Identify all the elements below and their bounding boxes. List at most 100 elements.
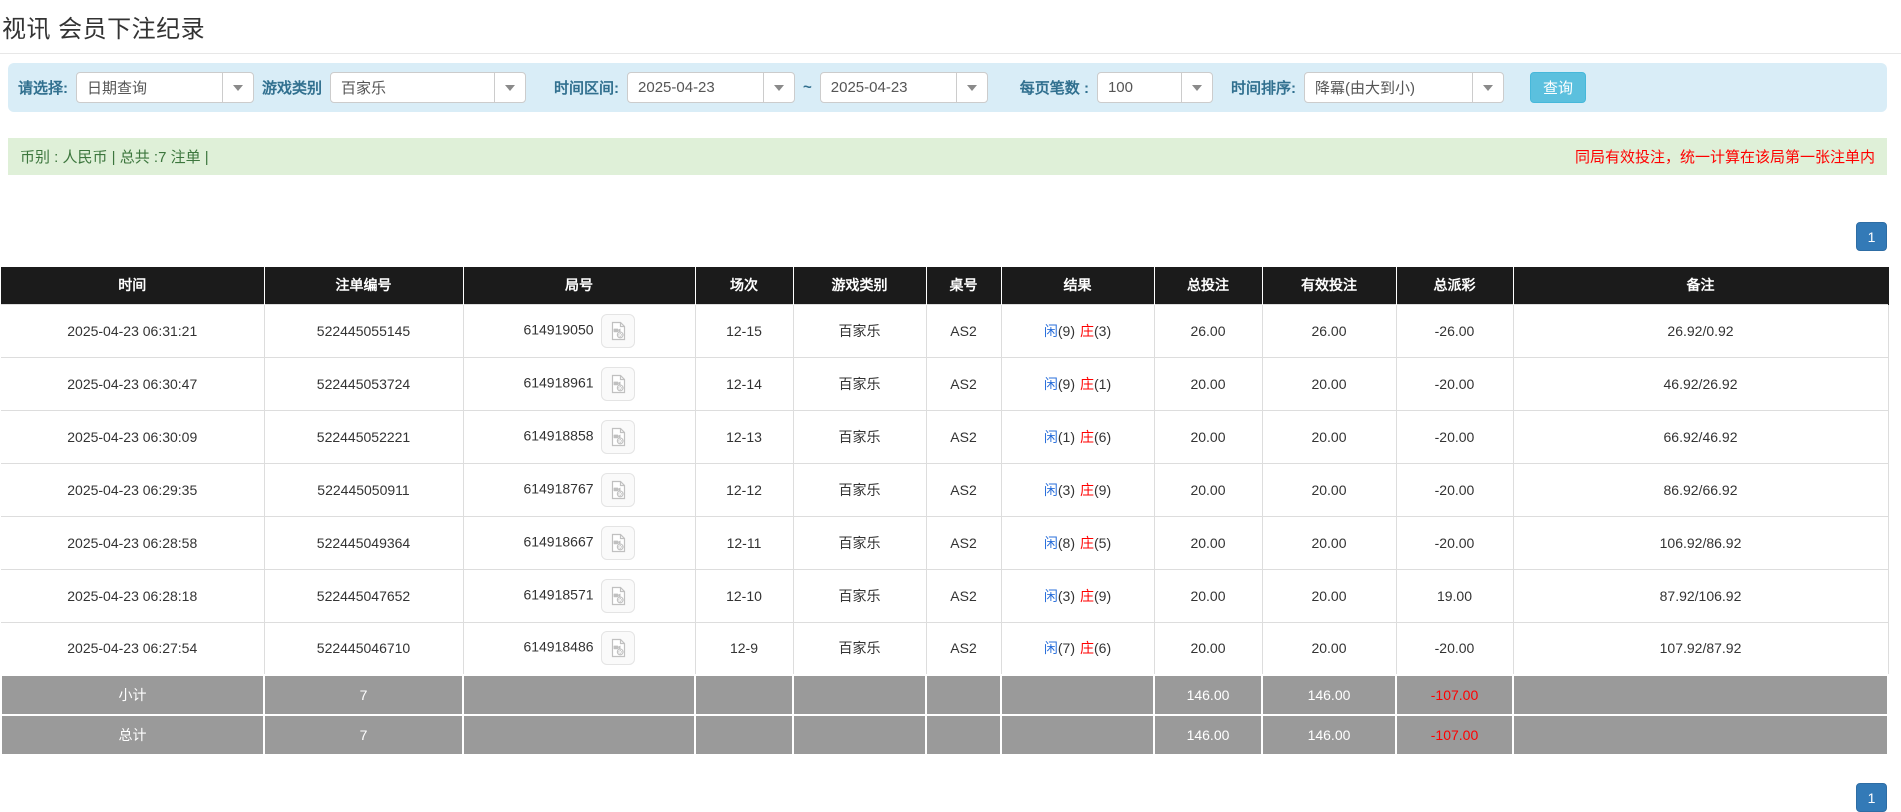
page-size-select[interactable]: 100 [1096,72,1213,103]
cell-round-id: 614918571 [462,568,696,623]
chevron-down-icon [1471,73,1503,102]
cell-valid-bet: 20.00 [1261,568,1397,623]
player-score: (8) [1057,534,1075,551]
cell-result: 闲(9) 庄(3) [1000,303,1155,358]
video-film-icon [611,480,625,499]
cell-round-id: 614918858 [462,409,696,464]
cell-game: 百家乐 [792,515,927,570]
date-from-value: 2025-04-23 [638,79,715,96]
time-sort-label: 时间排序: [1230,80,1296,97]
cell-result: 闲(1) 庄(6) [1000,409,1155,464]
player-score: (7) [1057,640,1075,657]
banker-score: (9) [1094,481,1112,498]
video-film-icon [611,639,625,658]
cell-total-bet[interactable]: 20.00 [1153,409,1263,464]
header-payout: 总派彩 [1396,267,1514,304]
cell-time: 2025-04-23 06:30:47 [1,356,265,411]
video-replay-button[interactable] [600,472,635,507]
banker-label: 庄 [1080,322,1094,339]
grand-total-total-bet: 146.00 [1153,714,1263,756]
table-row: 2025-04-23 06:27:54 522445046710 6149184… [1,621,1889,676]
summary-empty-cell [1000,674,1155,716]
header-session: 场次 [695,267,794,304]
cell-total-bet[interactable]: 26.00 [1153,303,1263,358]
cell-total-bet[interactable]: 20.00 [1153,356,1263,411]
table-row: 2025-04-23 06:31:21 522445055145 6149190… [1,303,1889,358]
header-game-type: 游戏类别 [793,267,927,304]
summary-empty-cell [694,674,794,716]
player-label: 闲 [1043,534,1058,551]
cell-remark: 87.92/106.92 [1512,568,1889,623]
table-row: 2025-04-23 06:30:09 522445052221 6149188… [1,409,1889,464]
time-sort-select[interactable]: 降冪(由大到小) [1303,72,1504,103]
header-time: 时间 [1,267,265,304]
cell-remark: 66.92/46.92 [1512,409,1889,464]
video-replay-button[interactable] [600,366,635,401]
cell-remark: 26.92/0.92 [1512,303,1889,358]
video-replay-button[interactable] [600,578,635,613]
date-from-select[interactable]: 2025-04-23 [627,72,796,103]
video-replay-button[interactable] [600,419,635,454]
date-to-select[interactable]: 2025-04-23 [819,72,988,103]
banker-score: (9) [1094,587,1112,604]
video-replay-button[interactable] [600,525,635,560]
page-1-button[interactable]: 1 [1856,222,1887,251]
currency-summary-text: 币别 : 人民币 | 总共 :7 注单 | [20,149,209,166]
cell-total-bet[interactable]: 20.00 [1153,462,1263,517]
cell-payout: 19.00 [1395,568,1514,623]
summary-empty-cell [792,674,927,716]
date-to-value: 2025-04-23 [830,79,908,96]
video-film-icon [611,586,625,605]
video-film-icon [611,321,625,340]
cell-bet-id: 522445053724 [263,356,464,411]
round-id-value: 614918571 [523,586,594,603]
player-score: (9) [1057,322,1075,339]
game-type-select[interactable]: 百家乐 [330,72,527,103]
cell-total-bet[interactable]: 20.00 [1153,621,1263,676]
cell-valid-bet: 20.00 [1261,621,1397,676]
video-replay-button[interactable] [600,631,635,666]
grand-total-payout: -107.00 [1395,714,1514,756]
grand-total-count: 7 [263,714,464,756]
banker-label: 庄 [1080,534,1094,551]
header-valid-bet: 有效投注 [1262,267,1397,304]
cell-valid-bet: 26.00 [1261,303,1397,358]
cell-table-code: AS2 [925,462,1002,517]
cell-total-bet[interactable]: 20.00 [1153,515,1263,570]
header-round-id: 局号 [463,267,696,304]
cell-remark: 86.92/66.92 [1512,462,1889,517]
player-label: 闲 [1043,481,1058,498]
cell-bet-id: 522445055145 [263,303,464,358]
subtotal-row: 小计 7 146.00 146.00 -107.00 [0,674,1889,716]
banker-score: (5) [1094,534,1112,551]
page-size-value: 100 [1107,79,1133,96]
page-1-button[interactable]: 1 [1856,783,1887,812]
video-replay-button[interactable] [600,313,635,348]
cell-time: 2025-04-23 06:28:18 [1,568,265,623]
cell-total-bet[interactable]: 20.00 [1153,568,1263,623]
banker-score: (6) [1094,640,1112,657]
player-score: (1) [1057,428,1075,445]
chevron-down-icon [955,73,987,102]
cell-remark: 106.92/86.92 [1512,515,1889,570]
banker-label: 庄 [1080,587,1094,604]
round-id-value: 614918858 [523,427,594,444]
mode-label: 请选择: [18,80,68,97]
cell-game: 百家乐 [792,462,927,517]
cell-result: 闲(3) 庄(9) [1000,568,1155,623]
subtotal-label: 小计 [0,674,265,716]
cell-payout: -20.00 [1395,409,1514,464]
cell-remark: 107.92/87.92 [1512,621,1889,676]
cell-table-code: AS2 [925,568,1002,623]
cell-table-code: AS2 [925,409,1002,464]
cell-valid-bet: 20.00 [1261,515,1397,570]
pagination-top: 1 [14,222,1887,251]
mode-select[interactable]: 日期查询 [76,72,254,103]
chevron-down-icon [763,73,794,102]
banker-label: 庄 [1080,375,1094,392]
cell-round-id: 614918767 [462,462,696,517]
search-button[interactable]: 查询 [1529,72,1586,103]
round-id-value: 614918961 [523,374,594,391]
summary-empty-cell [1512,714,1889,756]
header-table-code: 桌号 [926,267,1002,304]
